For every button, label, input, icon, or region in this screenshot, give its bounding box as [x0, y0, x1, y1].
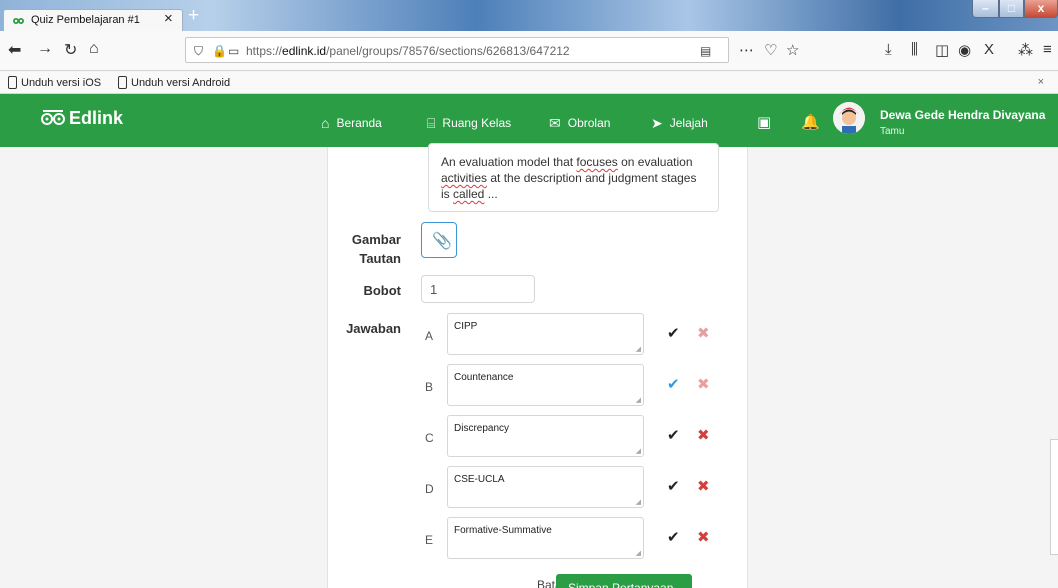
menu-icon[interactable]: ≡	[1043, 41, 1052, 58]
answer-input[interactable]: Formative-Summative ◢	[447, 517, 644, 559]
extension-x-icon[interactable]: X	[984, 41, 994, 58]
phone-icon	[8, 76, 17, 89]
delete-answer-x-icon[interactable]: ✖	[697, 426, 710, 444]
browser-tab-bar: Quiz Pembelajaran #1 × + – □ x	[0, 0, 1058, 31]
answer-input[interactable]: CIPP ◢	[447, 313, 644, 355]
tab-title: Quiz Pembelajaran #1	[31, 14, 140, 26]
answer-letter: E	[425, 533, 434, 547]
edlink-favicon-icon	[13, 18, 24, 24]
home-icon: ⌂	[321, 115, 330, 131]
page-actions-icon[interactable]: ⋯	[739, 41, 754, 59]
window-close-button[interactable]: x	[1024, 0, 1058, 18]
mark-correct-check-icon[interactable]: ✔	[667, 324, 680, 342]
delete-answer-x-icon[interactable]: ✖	[697, 375, 710, 393]
mark-correct-check-icon[interactable]: ✔	[667, 375, 680, 393]
edlink-logo[interactable]: Edlink	[41, 108, 123, 129]
shield-icon: ⛉	[194, 44, 204, 58]
chat-icon: ✉	[549, 115, 561, 131]
browser-tab[interactable]: Quiz Pembelajaran #1 ×	[3, 9, 183, 31]
weight-input[interactable]: 1	[421, 275, 535, 303]
bookmark-star-icon[interactable]: ☆	[786, 41, 799, 59]
question-text-field[interactable]: An evaluation model that focuses on eval…	[428, 143, 719, 212]
save-question-button[interactable]: Simpan Pertanyaan	[556, 574, 692, 588]
mark-correct-check-icon[interactable]: ✔	[667, 528, 680, 546]
answer-letter: C	[425, 431, 434, 445]
downloads-icon[interactable]: ⤓	[885, 41, 892, 58]
browser-navbar: ⬅ → ↻ ⌂ ⛉ 🔒 ▭ https://edlink.id/panel/gr…	[0, 31, 1058, 71]
pocket-icon[interactable]: ♡	[764, 41, 777, 59]
permissions-icon: ▭	[228, 44, 240, 58]
nav-obrolan[interactable]: ✉ Obrolan	[549, 115, 610, 132]
url-bar[interactable]: ⛉ 🔒 ▭ https://edlink.id/panel/groups/785…	[185, 37, 729, 63]
library-icon[interactable]: ⫼	[911, 41, 918, 58]
maximize-button[interactable]: □	[999, 0, 1024, 18]
answer-letter: A	[425, 329, 434, 343]
bookmark-ios[interactable]: Unduh versi iOS	[8, 76, 101, 89]
mark-correct-check-icon[interactable]: ✔	[667, 477, 680, 495]
nav-ruang-kelas[interactable]: ⌸ Ruang Kelas	[427, 115, 511, 132]
answer-row-d: D CSE-UCLA ◢ ✔ ✖	[419, 466, 710, 508]
forward-icon[interactable]: →	[37, 40, 53, 58]
phone-icon	[118, 76, 127, 89]
new-tab-button[interactable]: +	[188, 6, 204, 25]
extension-icon[interactable]: ⁂	[1018, 41, 1033, 59]
reader-view-icon[interactable]: ▤	[700, 44, 711, 58]
delete-answer-x-icon[interactable]: ✖	[697, 477, 710, 495]
answer-letter: B	[425, 380, 434, 394]
account-icon[interactable]: ◉	[958, 41, 971, 59]
back-icon[interactable]: ⬅	[8, 40, 21, 60]
url-text: https://edlink.id/panel/groups/78576/sec…	[246, 44, 570, 58]
answer-input[interactable]: Countenance ◢	[447, 364, 644, 406]
nav-beranda[interactable]: ⌂ Beranda	[321, 115, 382, 131]
paperclip-icon: 📎	[432, 233, 452, 250]
user-role: Tamu	[880, 126, 905, 137]
nav-jelajah[interactable]: ➤ Jelajah	[651, 115, 708, 132]
image-label: Gambar	[351, 232, 401, 247]
answer-input[interactable]: CSE-UCLA ◢	[447, 466, 644, 508]
answers-label: Jawaban	[346, 321, 401, 336]
page-content: An evaluation model that focuses on eval…	[0, 143, 1058, 588]
user-name[interactable]: Dewa Gede Hendra Divayana	[880, 108, 1045, 122]
answer-row-c: C Discrepancy ◢ ✔ ✖	[419, 415, 710, 457]
link-label: Tautan	[359, 251, 401, 266]
weight-label: Bobot	[363, 283, 401, 298]
mark-correct-check-icon[interactable]: ✔	[667, 426, 680, 444]
answer-row-a: A CIPP ◢ ✔ ✖	[419, 313, 710, 355]
lock-icon: 🔒	[212, 44, 227, 58]
bookmarks-bar: Unduh versi iOS Unduh versi Android ×	[0, 72, 1058, 94]
tasks-icon[interactable]: ▣	[757, 113, 771, 131]
answer-row-e: E Formative-Summative ◢ ✔ ✖	[419, 517, 710, 559]
reload-icon[interactable]: ↻	[64, 40, 77, 60]
attach-button[interactable]: 📎	[421, 222, 457, 258]
delete-answer-x-icon[interactable]: ✖	[697, 528, 710, 546]
edlink-logo-icon	[41, 110, 65, 125]
delete-answer-x-icon[interactable]: ✖	[697, 324, 710, 342]
question-text: An evaluation model that focuses on eval…	[441, 155, 697, 201]
avatar[interactable]	[833, 102, 865, 134]
explore-icon: ➤	[651, 115, 663, 131]
question-editor-card: An evaluation model that focuses on eval…	[327, 143, 748, 588]
app-header: Edlink ⌂ Beranda ⌸ Ruang Kelas ✉ Obrolan ➤ J…	[0, 94, 1058, 147]
answer-letter: D	[425, 482, 434, 496]
answer-input[interactable]: Discrepancy ◢	[447, 415, 644, 457]
tab-close-icon[interactable]: ×	[164, 10, 173, 27]
bell-icon[interactable]: 🔔	[801, 113, 820, 131]
answer-row-b: B Countenance ◢ ✔ ✖	[419, 364, 710, 406]
sidebar-icon[interactable]: ◫	[935, 41, 949, 59]
minimize-button[interactable]: –	[972, 0, 999, 18]
classroom-icon: ⌸	[427, 115, 436, 131]
side-scroll-handle[interactable]	[1050, 439, 1058, 555]
bookmark-android[interactable]: Unduh versi Android	[118, 76, 230, 89]
bookmarks-close-icon[interactable]: ×	[1038, 76, 1044, 88]
home-icon[interactable]: ⌂	[89, 40, 99, 58]
